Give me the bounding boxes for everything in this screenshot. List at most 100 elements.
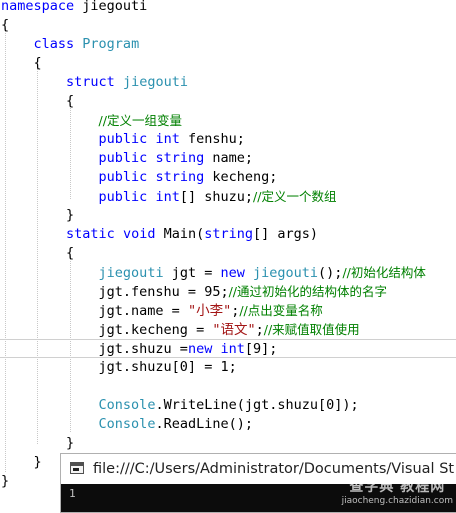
code-line-text: Console.ReadLine(); bbox=[1, 415, 253, 434]
code-token: [] args) bbox=[253, 226, 319, 242]
code-line-text: jgt.fenshu = 95;//通过初始化的结构体的名字 bbox=[1, 282, 387, 301]
code-token: ; bbox=[255, 322, 264, 338]
code-line-text: { bbox=[1, 244, 74, 263]
code-token: Program bbox=[82, 36, 140, 52]
code-line[interactable]: jgt.shuzu[0] = 1; bbox=[0, 358, 456, 377]
code-token: //通过初始化的结构体的名字 bbox=[228, 284, 388, 299]
code-line[interactable]: static void Main(string[] args) bbox=[0, 225, 456, 244]
code-token: } bbox=[1, 207, 75, 223]
code-token: namespace bbox=[1, 0, 75, 14]
code-token: [] shuzu; bbox=[179, 189, 254, 205]
code-token: struct bbox=[66, 74, 115, 90]
code-token: { bbox=[1, 93, 75, 109]
code-line[interactable] bbox=[0, 377, 456, 396]
code-line[interactable]: Console.ReadLine(); bbox=[0, 415, 456, 434]
code-line[interactable]: jgt.name = "小李";//点出变量名称 bbox=[0, 301, 456, 320]
code-line-text: public string name; bbox=[1, 149, 253, 168]
code-token: public bbox=[98, 189, 148, 205]
code-line-text: static void Main(string[] args) bbox=[1, 225, 318, 244]
code-line[interactable]: namespace jiegouti bbox=[0, 0, 456, 16]
console-app-icon bbox=[70, 462, 84, 474]
code-token: //点出变量名称 bbox=[239, 303, 323, 318]
code-token: jiegouti bbox=[122, 74, 188, 90]
code-token: //定义一组变量 bbox=[98, 113, 182, 128]
console-output-text: 1 bbox=[69, 487, 76, 500]
code-token: { bbox=[1, 245, 75, 261]
code-line[interactable]: } bbox=[0, 206, 456, 225]
console-output-area[interactable]: 1 查字典 教程网 jiaocheng.chazidian.com bbox=[61, 479, 456, 512]
code-token: name; bbox=[204, 150, 254, 166]
code-token: public bbox=[98, 169, 148, 185]
code-token: //定义一个数组 bbox=[253, 189, 337, 204]
code-line-text: class Program bbox=[1, 35, 140, 54]
code-line[interactable]: jgt.kecheng = "语文";//来赋值取值使用 bbox=[0, 320, 456, 339]
code-token: jgt.shuzu = bbox=[1, 341, 188, 357]
code-token: string bbox=[155, 150, 205, 166]
code-token: { bbox=[1, 17, 10, 33]
code-line[interactable]: public string name; bbox=[0, 149, 456, 168]
code-token: Console bbox=[98, 397, 156, 413]
code-token: class bbox=[33, 36, 75, 52]
code-token: jgt.name = bbox=[1, 303, 188, 319]
code-line[interactable]: Console.WriteLine(jgt.shuzu[0]); bbox=[0, 396, 456, 415]
code-line-text: jgt.name = "小李";//点出变量名称 bbox=[1, 301, 323, 320]
code-line[interactable]: jgt.fenshu = 95;//通过初始化的结构体的名字 bbox=[0, 282, 456, 301]
code-line-text: { bbox=[1, 16, 9, 35]
code-token: fenshu; bbox=[179, 131, 245, 147]
code-line[interactable]: public int[] shuzu;//定义一个数组 bbox=[0, 187, 456, 206]
code-token: { bbox=[1, 55, 42, 71]
code-token: (); bbox=[318, 265, 343, 281]
code-token: jgt.shuzu[0] = 1; bbox=[1, 359, 237, 375]
watermark-url: jiaocheng.chazidian.com bbox=[341, 496, 453, 506]
code-line-text: } bbox=[1, 206, 74, 225]
code-line-text: jgt.shuzu[0] = 1; bbox=[1, 358, 237, 377]
code-line[interactable]: { bbox=[0, 244, 456, 263]
code-token: jiegouti bbox=[98, 265, 164, 281]
code-line-text: jiegouti jgt = new jiegouti();//初始化结构体 bbox=[1, 263, 426, 282]
code-line[interactable]: struct jiegouti bbox=[0, 73, 456, 92]
code-line[interactable]: jiegouti jgt = new jiegouti();//初始化结构体 bbox=[0, 263, 456, 282]
code-line[interactable]: } bbox=[0, 434, 456, 453]
code-line-text: struct jiegouti bbox=[1, 73, 188, 92]
watermark: 查字典 教程网 jiaocheng.chazidian.com bbox=[342, 476, 453, 506]
code-line-text: jgt.kecheng = "语文";//来赋值取值使用 bbox=[1, 320, 360, 339]
code-token: } bbox=[1, 454, 42, 470]
code-line[interactable]: public string kecheng; bbox=[0, 168, 456, 187]
code-token: "小李" bbox=[187, 303, 232, 319]
code-token: jiegouti bbox=[253, 265, 319, 281]
code-editor[interactable]: namespace jiegouti{ class Program { stru… bbox=[0, 0, 456, 510]
code-line[interactable]: public int fenshu; bbox=[0, 130, 456, 149]
code-token: public bbox=[98, 150, 148, 166]
code-line[interactable]: { bbox=[0, 16, 456, 35]
code-line[interactable]: jgt.shuzu =new int[9]; bbox=[0, 339, 456, 358]
code-token: Main( bbox=[155, 226, 205, 242]
code-token: //初始化结构体 bbox=[342, 265, 426, 280]
code-line[interactable]: class Program bbox=[0, 35, 456, 54]
code-line-text: jgt.shuzu =new int[9]; bbox=[1, 340, 278, 359]
console-window[interactable]: file:///C:/Users/Administrator/Documents… bbox=[60, 453, 456, 513]
code-line[interactable]: //定义一组变量 bbox=[0, 111, 456, 130]
code-line-text: public int fenshu; bbox=[1, 130, 245, 149]
code-token: Console bbox=[98, 416, 156, 432]
code-token: } bbox=[1, 473, 10, 489]
code-line[interactable]: { bbox=[0, 92, 456, 111]
code-token: [9]; bbox=[244, 341, 278, 357]
code-token: "语文" bbox=[212, 322, 256, 338]
code-line-text: { bbox=[1, 54, 42, 73]
code-token: } bbox=[1, 435, 75, 451]
code-line[interactable]: { bbox=[0, 54, 456, 73]
code-token: //来赋值取值使用 bbox=[263, 322, 360, 337]
code-line-text: Console.WriteLine(jgt.shuzu[0]); bbox=[1, 396, 359, 415]
